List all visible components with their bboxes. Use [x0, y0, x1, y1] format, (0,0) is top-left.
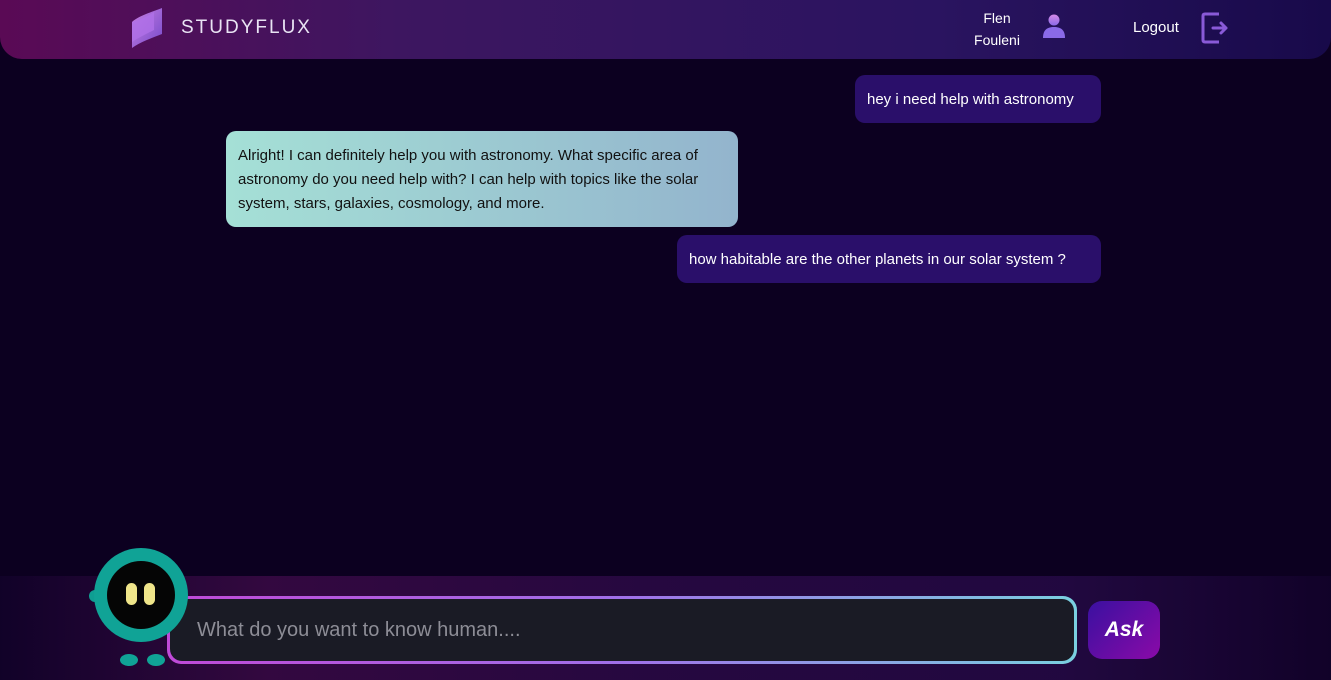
ask-input[interactable] — [170, 599, 1074, 661]
top-navbar: STUDYFLUX Flen Fouleni Logout — [0, 0, 1331, 59]
ask-button[interactable]: Ask — [1088, 601, 1160, 659]
app-name[interactable]: STUDYFLUX — [181, 17, 312, 39]
user-icon[interactable] — [1042, 13, 1066, 39]
bot-message: Alright! I can definitely help you with … — [226, 131, 738, 227]
robot-mascot-icon — [89, 548, 188, 666]
ask-input-frame — [167, 596, 1077, 664]
logout-icon[interactable] — [1201, 12, 1229, 44]
user-first-name: Flen — [983, 10, 1011, 26]
studyflux-logo-icon[interactable] — [130, 8, 164, 48]
user-message: how habitable are the other planets in o… — [677, 235, 1101, 283]
logout-button[interactable]: Logout — [1133, 19, 1179, 36]
user-name: Flen Fouleni — [962, 7, 1032, 51]
user-last-name: Fouleni — [974, 32, 1020, 48]
user-message: hey i need help with astronomy — [855, 75, 1101, 123]
ask-input-container — [170, 599, 1074, 661]
